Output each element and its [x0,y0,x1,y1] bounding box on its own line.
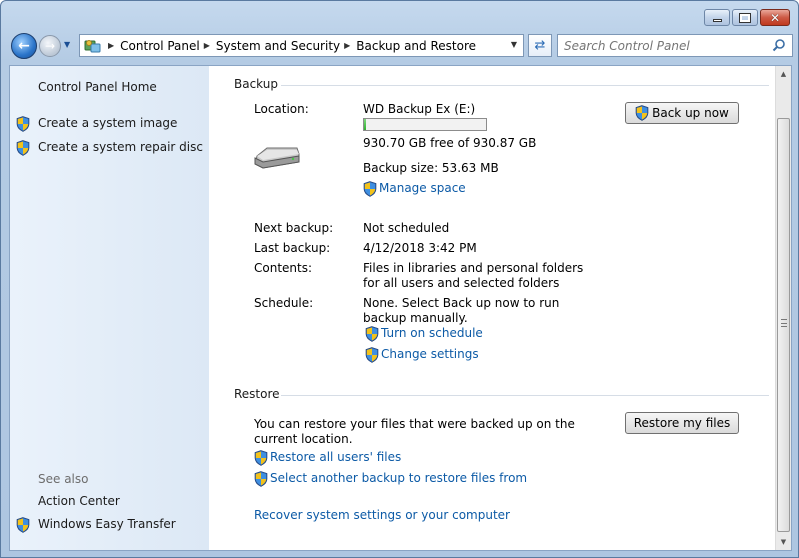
back-button[interactable]: ← [11,33,37,59]
breadcrumb-separator-icon[interactable]: ▶ [204,41,210,50]
back-up-now-button[interactable]: Back up now [625,102,739,124]
restore-my-files-label: Restore my files [633,416,731,430]
address-bar[interactable]: ▶ Control Panel ▶ System and Security ▶ … [79,34,524,57]
refresh-button[interactable]: ⇄ [528,34,552,57]
restore-all-users-link[interactable]: Restore all users' files [254,450,401,464]
main-pane: Backup Location: WD Backup Ex (E:) 930.7… [209,66,775,550]
backup-size-text: Backup size: 53.63 MB [363,161,499,175]
hard-drive-icon [254,147,300,169]
location-label: Location: [254,102,309,116]
breadcrumb-backup-restore[interactable]: Backup and Restore [356,39,476,53]
close-button[interactable]: ✕ [760,9,790,26]
task-pane: Control Panel Home Create a system image… [10,66,209,550]
uac-shield-icon [363,181,377,197]
breadcrumb-control-panel[interactable]: Control Panel [120,39,200,53]
disk-usage-bar [363,118,487,131]
schedule-label: Schedule: [254,296,314,310]
scroll-thumb[interactable] [777,118,790,532]
forward-arrow-icon: → [44,39,56,53]
restore-section-divider [281,395,769,396]
scroll-down-icon[interactable]: ▼ [776,534,791,550]
disk-usage-fill [364,119,366,130]
control-panel-home-link[interactable]: Control Panel Home [38,80,157,94]
breadcrumb-system-security[interactable]: System and Security [216,39,340,53]
scroll-up-icon[interactable]: ▲ [776,66,791,82]
uac-shield-icon [254,450,268,466]
location-value: WD Backup Ex (E:) [363,102,476,116]
next-backup-label: Next backup: [254,221,334,235]
search-icon[interactable] [772,38,786,52]
breadcrumb-separator-icon[interactable]: ▶ [108,41,114,50]
address-history-dropdown-icon[interactable]: ▼ [511,40,517,49]
see-also-heading: See also [38,472,89,486]
select-another-backup-label: Select another backup to restore files f… [270,471,528,485]
recover-system-link[interactable]: Recover system settings or your computer [254,508,510,522]
minimize-button[interactable] [704,9,730,26]
restore-description: You can restore your files that were bac… [254,417,575,446]
restore-all-users-label: Restore all users' files [270,450,402,464]
manage-space-label: Manage space [379,181,466,195]
uac-shield-icon [365,326,379,342]
content-area: Control Panel Home Create a system image… [9,65,792,551]
vertical-scrollbar[interactable]: ▲ ▼ [775,66,791,550]
forward-button[interactable]: → [39,35,61,57]
select-another-backup-link[interactable]: Select another backup to restore files f… [254,471,527,485]
close-icon: ✕ [769,10,781,25]
backup-section-divider [281,85,769,86]
backup-section-title: Backup [234,77,278,91]
navigation-bar: ← → ▼ ▶ Control Panel ▶ System and Secur… [9,31,793,59]
windows-easy-transfer-link[interactable]: Windows Easy Transfer [38,517,176,531]
turn-on-schedule-link[interactable]: Turn on schedule [365,326,483,340]
back-arrow-icon: ← [18,38,30,54]
control-panel-icon [82,37,104,55]
search-box[interactable] [557,34,793,57]
uac-shield-icon [16,116,30,132]
contents-label: Contents: [254,261,313,275]
last-backup-label: Last backup: [254,241,331,255]
uac-shield-icon [635,105,649,121]
backup-restore-window: ✕ ← → ▼ ▶ Control Panel ▶ System and Sec… [0,0,799,558]
uac-shield-icon [16,140,30,156]
restore-section-title: Restore [234,387,280,401]
change-settings-label: Change settings [381,347,479,361]
next-backup-value: Not scheduled [363,221,450,235]
last-backup-value: 4/12/2018 3:42 PM [363,241,477,255]
refresh-icon: ⇄ [534,38,546,53]
uac-shield-icon [254,471,268,487]
restore-my-files-button[interactable]: Restore my files [625,412,739,434]
scroll-grip-icon [781,319,787,327]
minimize-icon [712,19,722,22]
caption-buttons: ✕ [704,9,790,26]
free-space-text: 930.70 GB free of 930.87 GB [363,136,537,150]
recent-pages-dropdown-icon[interactable]: ▼ [64,40,70,49]
manage-space-link[interactable]: Manage space [363,181,466,195]
uac-shield-icon [365,347,379,363]
contents-value: Files in libraries and personal folders … [363,261,584,290]
create-repair-disc-link[interactable]: Create a system repair disc [38,140,203,154]
turn-on-schedule-label: Turn on schedule [381,326,483,340]
breadcrumb-separator-icon[interactable]: ▶ [344,41,350,50]
change-settings-link[interactable]: Change settings [365,347,479,361]
uac-shield-icon [16,517,30,533]
maximize-button[interactable] [732,9,758,26]
maximize-icon [739,12,751,23]
action-center-link[interactable]: Action Center [38,494,120,508]
search-input[interactable] [564,38,764,53]
back-up-now-label: Back up now [652,106,729,120]
create-system-image-link[interactable]: Create a system image [38,116,177,130]
schedule-value: None. Select Back up now to run backup m… [363,296,560,325]
